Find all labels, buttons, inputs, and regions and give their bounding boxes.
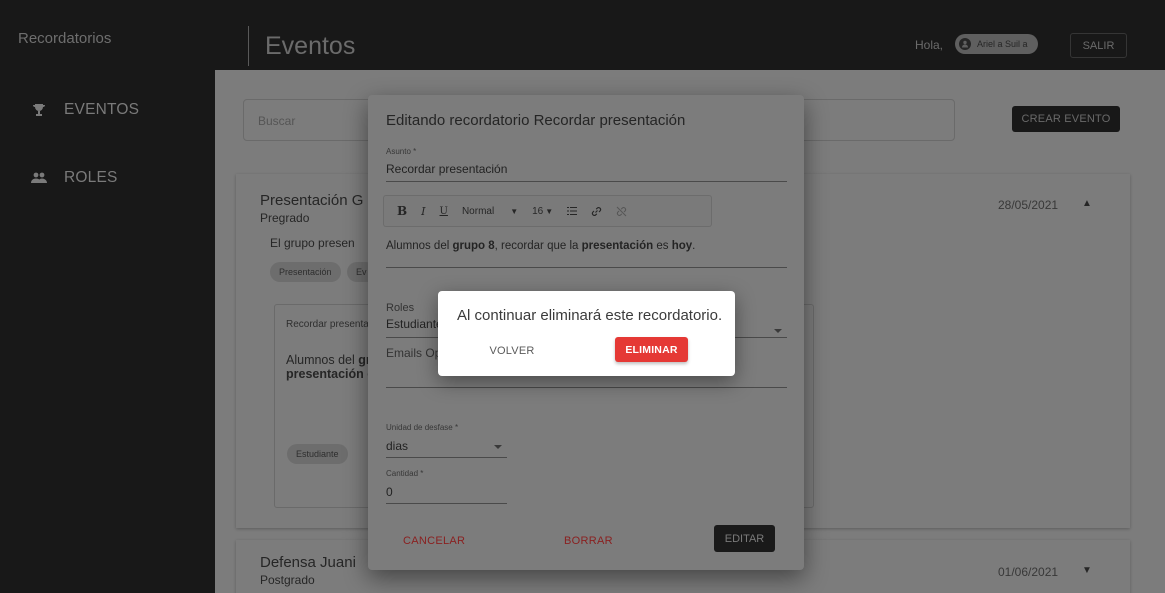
- sidebar-item-label: ROLES: [64, 169, 118, 186]
- caret-down-icon: ▼: [545, 206, 554, 216]
- unlink-icon[interactable]: [616, 206, 627, 217]
- chevron-down-icon[interactable]: [494, 445, 502, 449]
- text-style-value: Normal: [461, 205, 495, 217]
- event-date: 01/06/2021: [998, 565, 1059, 579]
- link-icon[interactable]: [591, 206, 602, 217]
- dialog-title: Editando recordatorio Recordar presentac…: [386, 112, 686, 129]
- editor-text: es: [653, 240, 672, 252]
- event-chip: Presentación: [270, 262, 341, 282]
- reminder-body: Alumnos del gru presentación e: [286, 353, 378, 381]
- event-subtitle: Pregrado: [260, 211, 310, 225]
- confirm-message: Al continuar eliminará este recordatorio…: [457, 307, 723, 324]
- event-subtitle: Postgrado: [260, 573, 315, 587]
- user-name: Ariel a Suil a: [977, 39, 1028, 49]
- sidebar-item-roles[interactable]: ROLES: [31, 169, 118, 187]
- trophy-icon: [31, 102, 47, 118]
- logout-button[interactable]: SALIR: [1070, 33, 1127, 58]
- subject-underline: [386, 181, 787, 182]
- app-brand: Recordatorios: [18, 30, 112, 47]
- role-chip: Estudiante: [287, 444, 348, 464]
- editor-text-bold: grupo 8: [452, 240, 495, 252]
- font-size-value: 16: [532, 205, 544, 217]
- back-button[interactable]: VOLVER: [477, 339, 547, 363]
- roles-select[interactable]: Estudiante: [386, 317, 443, 331]
- people-icon: [31, 170, 47, 186]
- subject-label: Asunto *: [386, 147, 417, 156]
- event-title: Presentación G: [260, 192, 364, 209]
- subject-input[interactable]: Recordar presentación: [386, 162, 507, 176]
- confirm-delete-popup: Al continuar eliminará este recordatorio…: [438, 291, 735, 376]
- emails-input[interactable]: Emails Op: [386, 346, 441, 360]
- italic-button[interactable]: I: [421, 205, 425, 218]
- top-bar: Eventos Hola, Ariel a Suil a SALIR: [215, 0, 1165, 70]
- delete-button[interactable]: BORRAR: [564, 535, 613, 547]
- sidebar-item-eventos[interactable]: EVENTOS: [31, 101, 139, 119]
- search-placeholder: Buscar: [258, 114, 296, 128]
- text-style-select[interactable]: Normal ▼: [462, 206, 518, 217]
- unit-label: Unidad de desfase *: [386, 423, 459, 432]
- amount-underline: [386, 503, 507, 504]
- cancel-button[interactable]: CANCELAR: [403, 535, 465, 547]
- confirm-delete-button[interactable]: ELIMINAR: [615, 337, 688, 362]
- bold-button[interactable]: B: [397, 204, 407, 218]
- editor-text: .: [692, 240, 696, 252]
- editor-underline: [386, 267, 787, 268]
- amount-input[interactable]: 0: [386, 485, 393, 499]
- event-title: Defensa Juani: [260, 554, 356, 571]
- list-icon[interactable]: [567, 206, 578, 216]
- reminder-text: Alumnos del: [286, 353, 359, 367]
- sidebar-item-label: EVENTOS: [64, 101, 140, 118]
- rich-text-toolbar: B I U Normal ▼ 16 ▼: [384, 196, 711, 226]
- collapse-arrow-icon[interactable]: ▲: [1082, 198, 1092, 209]
- amount-label: Cantidad *: [386, 469, 424, 478]
- emails-underline: [386, 387, 787, 388]
- page-title: Eventos: [248, 26, 355, 66]
- roles-label: Roles: [386, 302, 415, 314]
- caret-down-icon: ▼: [510, 206, 519, 216]
- expand-arrow-icon[interactable]: ▼: [1082, 565, 1092, 576]
- greeting-text: Hola,: [915, 38, 944, 52]
- reminder-editor-body[interactable]: Alumnos del grupo 8, recordar que la pre…: [386, 240, 695, 252]
- avatar-icon: [959, 38, 971, 50]
- reminder-title: Recordar presenta: [286, 319, 369, 330]
- editor-text: , recordar que la: [494, 240, 582, 252]
- event-description: El grupo presen: [270, 236, 355, 250]
- reminder-text-bold: presentación: [286, 367, 364, 381]
- unit-select[interactable]: dias: [386, 439, 408, 453]
- underline-button[interactable]: U: [440, 206, 448, 217]
- create-event-button[interactable]: CREAR EVENTO: [1012, 106, 1120, 132]
- editor-text-bold: presentación: [581, 240, 654, 252]
- editor-text: Alumnos del: [386, 240, 453, 252]
- user-chip[interactable]: Ariel a Suil a: [955, 34, 1038, 54]
- font-size-select[interactable]: 16 ▼: [532, 206, 553, 217]
- event-date: 28/05/2021: [998, 198, 1059, 212]
- chevron-down-icon[interactable]: [774, 329, 782, 333]
- edit-button[interactable]: EDITAR: [714, 525, 775, 552]
- editor-text-bold: hoy: [671, 240, 693, 252]
- unit-underline: [386, 457, 507, 458]
- sidebar: Recordatorios EVENTOS ROLES: [0, 0, 215, 593]
